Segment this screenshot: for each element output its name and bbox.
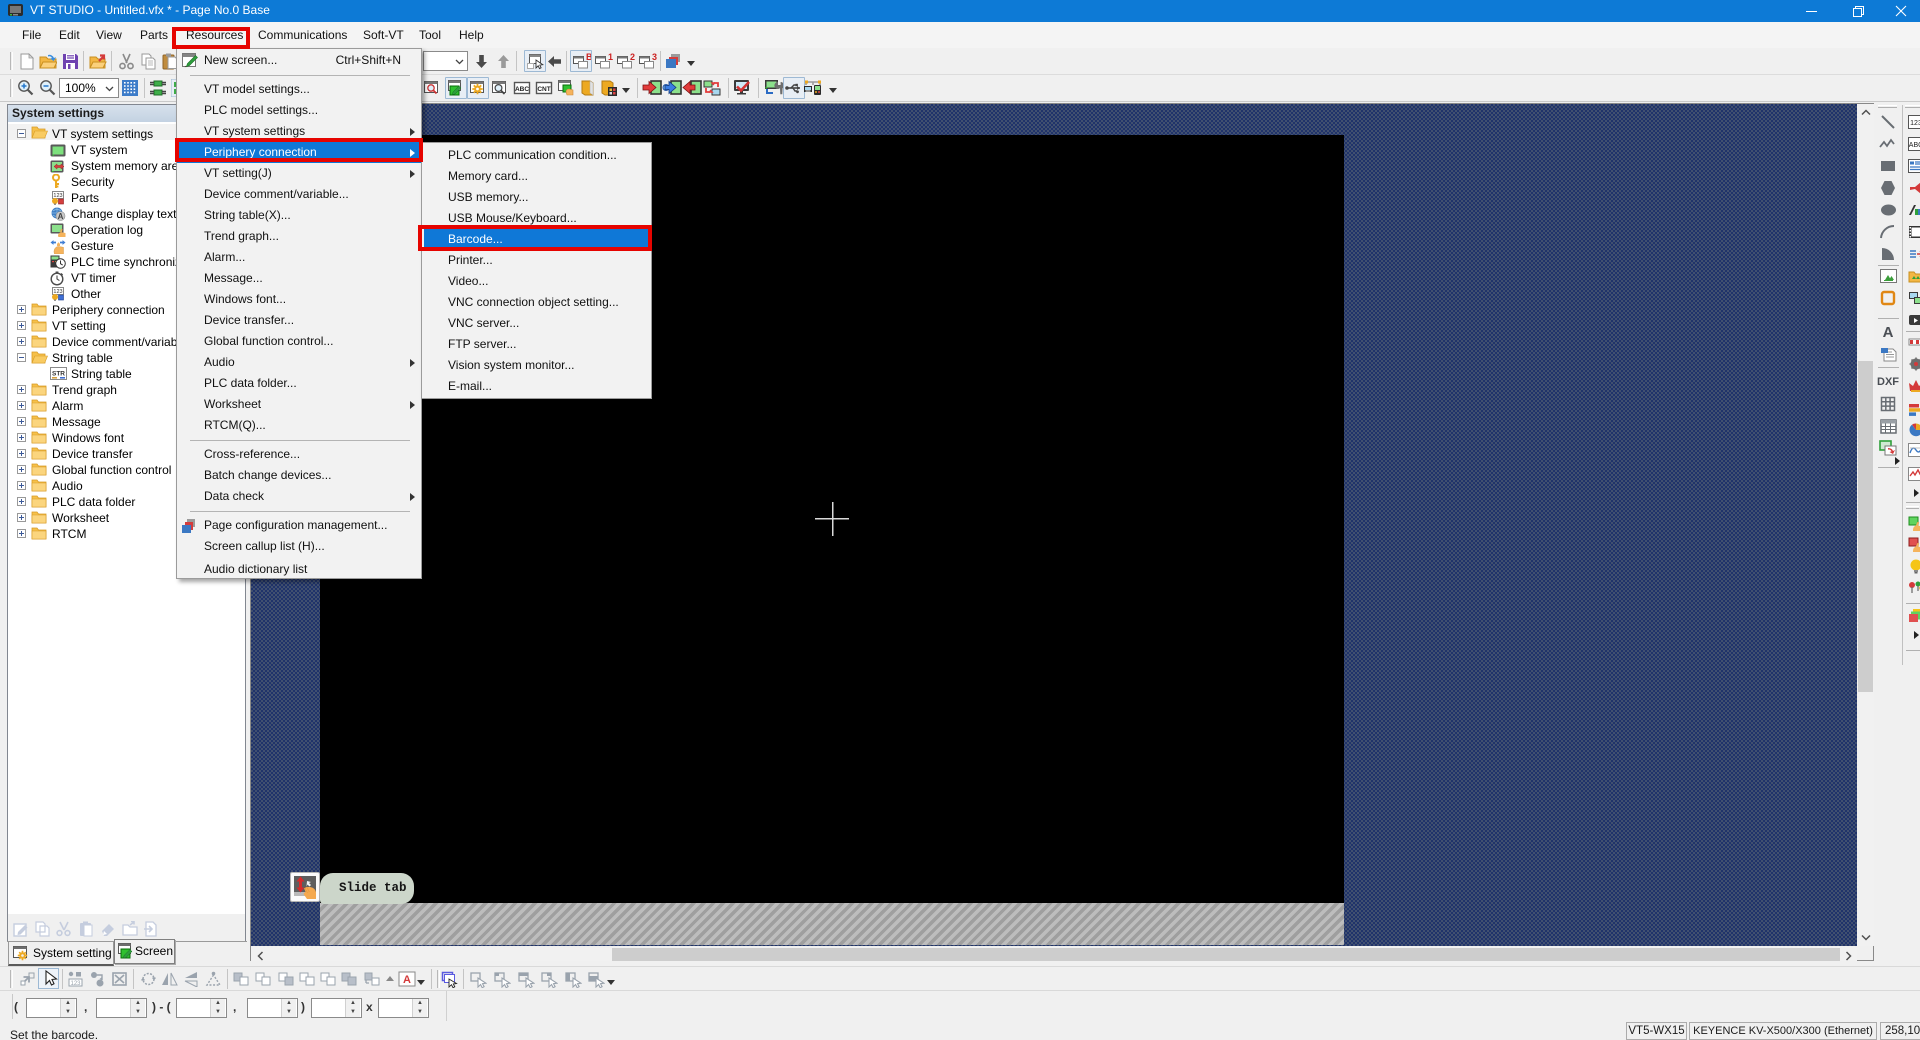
svg-text:123: 123: [70, 981, 81, 987]
svg-text:123: 123: [1910, 120, 1920, 127]
svg-text:2: 2: [630, 52, 635, 62]
svg-text:CNT: CNT: [537, 86, 550, 93]
svg-text:1: 1: [608, 52, 613, 62]
svg-text:STR: STR: [52, 371, 65, 378]
svg-text:A: A: [58, 212, 64, 221]
svg-text:3: 3: [652, 52, 657, 62]
svg-text:A: A: [403, 974, 411, 986]
svg-text:ABC: ABC: [1909, 142, 1920, 149]
svg-text:B: B: [586, 52, 591, 62]
svg-text:ABC: ABC: [515, 86, 529, 93]
